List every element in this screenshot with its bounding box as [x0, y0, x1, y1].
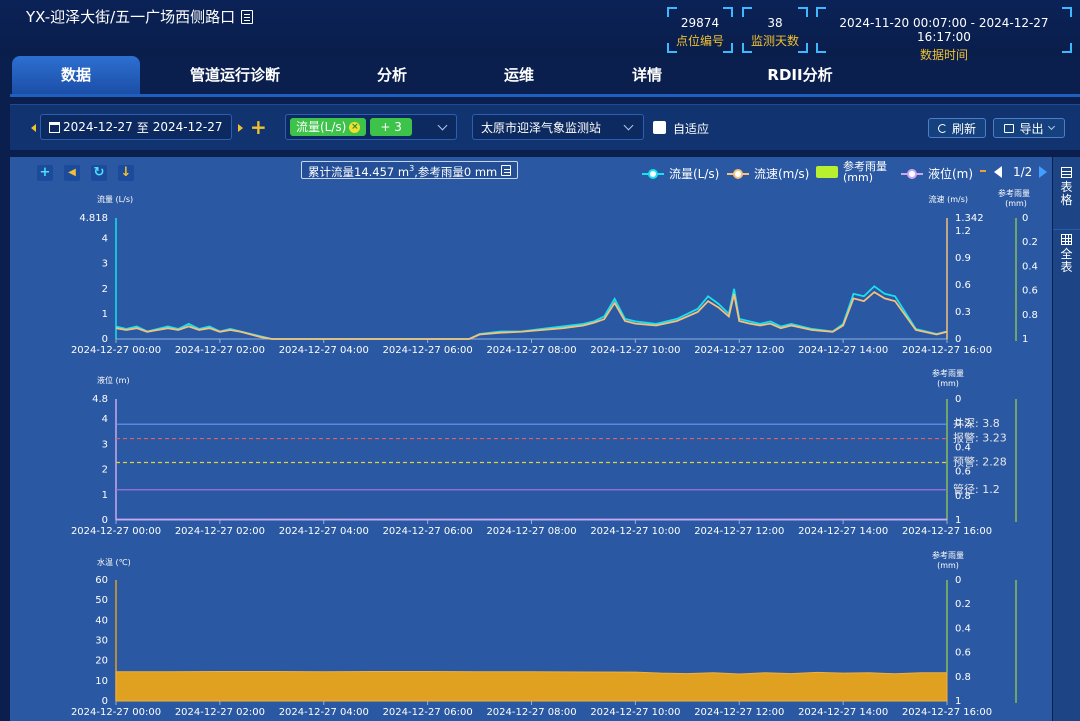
tooltip-text-before: 累计流量14.457 m	[308, 164, 410, 179]
zoom-in-icon[interactable]: +	[37, 165, 53, 181]
chevron-down-icon	[1047, 122, 1055, 130]
legend-more-marker	[980, 170, 986, 172]
tab-pipe-diagnosis[interactable]: 管道运行诊断	[170, 56, 300, 94]
chevron-down-icon	[623, 120, 634, 131]
tab-rdii-analysis[interactable]: RDII分析	[745, 56, 855, 94]
date-range-picker[interactable]: 2024-12-27 至 2024-12-27	[40, 114, 232, 140]
stat-data-time: 2024-11-20 00:07:00 - 2024-12-27 16:17:0…	[816, 7, 1072, 62]
refresh-label: 刷新	[951, 121, 976, 136]
document-icon[interactable]	[501, 164, 512, 176]
tooltip-text-after: ,参考雨量0 mm	[414, 164, 498, 179]
legend-swatch	[901, 168, 923, 179]
station-value: 太原市迎泽气象监测站	[481, 120, 602, 135]
station-select[interactable]: 太原市迎泽气象监测站	[472, 114, 644, 140]
legend-label: 参考雨量(mm)	[843, 160, 887, 184]
legend-flow[interactable]: 流量(L/s)	[642, 165, 719, 182]
legend-label: 液位(m)	[928, 167, 974, 181]
stat-value: 38	[767, 16, 783, 30]
legend-rainfall[interactable]: 参考雨量(mm)	[816, 161, 895, 183]
tab-underline	[10, 94, 1080, 97]
chevron-down-icon	[437, 120, 448, 131]
legend-page: 1/2	[1013, 165, 1033, 179]
full-table-label: 全表	[1060, 247, 1073, 274]
tab-operations[interactable]: 运维	[477, 56, 561, 94]
calendar-icon	[49, 121, 60, 133]
stat-value: 29874	[680, 16, 720, 30]
tab-analysis[interactable]: 分析	[350, 56, 434, 94]
grid-icon	[1061, 234, 1072, 245]
legend-prev-icon[interactable]	[994, 166, 1002, 178]
page-title: YX-迎泽大街/五一广场西侧路口	[26, 8, 236, 26]
chart-panel	[10, 157, 1052, 721]
top-bar: YX-迎泽大街/五一广场西侧路口 29874 点位编号 38 监测天数 2024…	[0, 0, 1080, 62]
table-label: 表格	[1060, 180, 1073, 207]
metric-select[interactable]: 流量(L/s) × + 3	[285, 114, 457, 140]
tab-data[interactable]: 数据	[12, 56, 140, 94]
stat-value: 2024-11-20 00:07:00 - 2024-12-27 16:17:0…	[839, 16, 1049, 44]
side-panel: 表格 全表	[1053, 157, 1080, 721]
site-title: YX-迎泽大街/五一广场西侧路口	[26, 6, 254, 27]
legend-swatch	[727, 168, 749, 179]
prev-day-icon[interactable]	[31, 124, 36, 132]
document-icon[interactable]	[241, 9, 254, 24]
legend-label: 流速(m/s)	[754, 167, 810, 181]
back-icon[interactable]: ◀	[64, 165, 80, 181]
date-to: 2024-12-27	[152, 120, 223, 134]
close-icon[interactable]: ×	[349, 121, 361, 133]
more-tag[interactable]: + 3	[370, 118, 412, 136]
legend-level[interactable]: 液位(m)	[901, 165, 973, 182]
legend-swatch	[816, 166, 838, 178]
adaptive-label: 自适应	[673, 122, 710, 136]
adaptive-checkbox[interactable]	[653, 121, 666, 134]
refresh-button[interactable]: 刷新	[928, 118, 986, 138]
export-button[interactable]: 导出	[993, 118, 1065, 138]
metric-tag-label: 流量(L/s)	[296, 120, 347, 134]
download-icon[interactable]: ↓	[118, 165, 134, 181]
add-icon[interactable]: +	[250, 115, 267, 139]
table-icon	[1061, 167, 1072, 178]
tab-details[interactable]: 详情	[605, 56, 689, 94]
metric-tag[interactable]: 流量(L/s) ×	[290, 118, 367, 136]
reset-icon[interactable]: ↻	[91, 165, 107, 181]
stat-monitor-days: 38 监测天数	[742, 7, 808, 53]
legend-next-icon[interactable]	[1039, 166, 1047, 178]
date-from: 2024-12-27	[63, 120, 133, 134]
toolbar: 2024-12-27 至 2024-12-27 + 流量(L/s) × + 3 …	[10, 104, 1080, 150]
refresh-icon	[937, 123, 947, 133]
full-table-button[interactable]: 全表	[1053, 229, 1080, 274]
stat-point-id: 29874 点位编号	[667, 7, 733, 53]
legend-swatch	[642, 168, 664, 179]
table-view-button[interactable]: 表格	[1053, 167, 1080, 207]
cumulative-flow-info: 累计流量14.457 m3,参考雨量0 mm	[301, 161, 519, 179]
date-separator: 至	[136, 120, 149, 135]
export-label: 导出	[1019, 121, 1044, 136]
tab-bar: 数据 管道运行诊断 分析 运维 详情 RDII分析	[10, 56, 1080, 94]
export-icon	[1004, 123, 1015, 133]
legend-velocity[interactable]: 流速(m/s)	[727, 165, 809, 182]
next-day-icon[interactable]	[238, 124, 243, 132]
legend-label: 流量(L/s)	[669, 167, 720, 181]
